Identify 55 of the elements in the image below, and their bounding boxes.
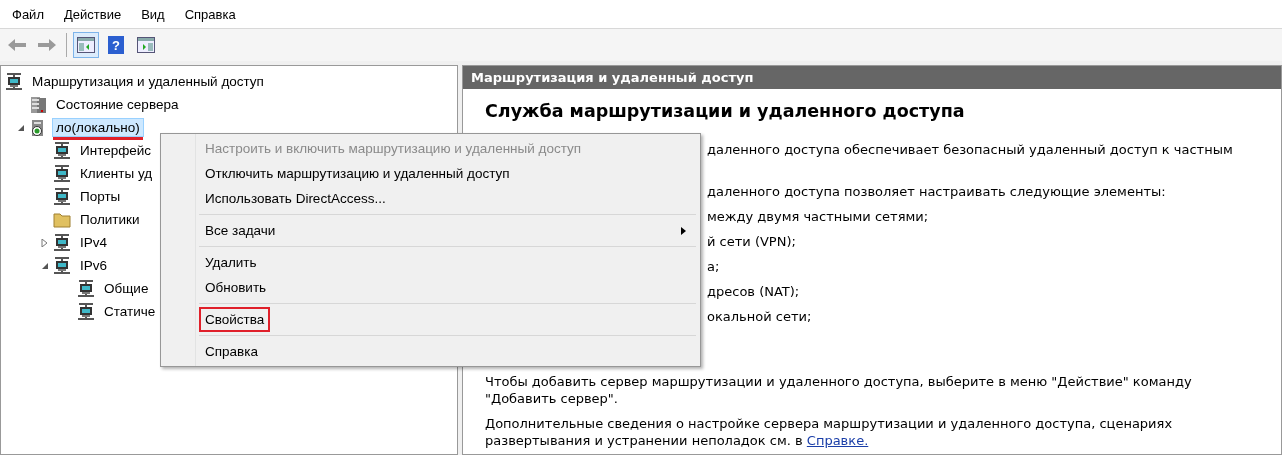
tree-item[interactable]: Состояние сервера — [52, 95, 183, 114]
tree-item[interactable]: Общие — [100, 279, 153, 298]
context-menu-item[interactable]: Обновить — [201, 275, 698, 300]
network-computer-icon — [53, 256, 71, 275]
text-line: между двумя частными сетями; — [707, 209, 929, 224]
pane-header: Маршрутизация и удаленный доступ — [463, 66, 1281, 89]
folder-icon — [53, 211, 71, 228]
text-line: дресов (NAT); — [707, 284, 800, 299]
expanded-arrow-icon[interactable] — [17, 123, 25, 132]
pane-icon — [137, 37, 155, 53]
text-line: а; — [707, 259, 720, 274]
toolbar-button[interactable] — [73, 32, 99, 58]
context-menu-item[interactable]: Отключить маршрутизацию и удаленный доступ — [201, 161, 698, 186]
text-line: окальной сети; — [707, 309, 812, 324]
context-menu-item[interactable]: Удалить — [201, 250, 698, 275]
text-line: даленного доступа обеспечивает безопасный удаленный доступ к частным — [707, 142, 1233, 157]
submenu-arrow-icon — [681, 226, 686, 235]
network-computer-icon — [53, 164, 71, 183]
network-computer-icon — [5, 72, 23, 91]
tree-item[interactable]: Статиче — [100, 302, 160, 321]
menu-item[interactable]: Вид — [133, 4, 173, 24]
context-menu-item[interactable]: Справка — [201, 339, 698, 364]
pane-icon — [77, 37, 95, 53]
section-title: Служба маршрутизации и удаленного доступа — [485, 101, 966, 121]
server-stack-icon — [29, 95, 47, 114]
network-computer-icon — [53, 187, 71, 206]
tree-item[interactable]: IPv6 — [76, 256, 111, 275]
menu-item[interactable]: Файл — [4, 4, 52, 24]
help-link[interactable]: Справке. — [806, 433, 869, 448]
toolbar-button[interactable]: ? — [103, 32, 129, 58]
menu-item[interactable]: Действие — [55, 4, 130, 24]
back-arrow-icon — [7, 38, 27, 52]
menu-item[interactable]: Справка — [176, 4, 244, 24]
help-icon: ? — [108, 36, 124, 54]
tree-item[interactable]: ло(локально) — [52, 118, 144, 137]
tree-item[interactable]: Порты — [76, 187, 125, 206]
tree-item[interactable]: Клиенты уд — [76, 164, 157, 183]
tree-item[interactable]: Интерфейс — [76, 141, 156, 160]
text-line: й сети (VPN); — [707, 234, 796, 249]
paragraph: Чтобы добавить сервер маршрутизации и удаленного доступа, выберите в меню "Действие" команду "Добавить сервер". — [485, 373, 1193, 407]
context-menu-item[interactable]: Использовать DirectAccess... — [201, 186, 698, 211]
tree-item[interactable]: Маршрутизация и удаленный доступ — [28, 72, 268, 91]
tree-item[interactable]: Политики — [76, 210, 144, 229]
context-menu-item[interactable]: Все задачи — [201, 218, 698, 243]
network-computer-icon — [77, 279, 95, 298]
expanded-arrow-icon[interactable] — [41, 261, 49, 270]
network-computer-icon — [53, 141, 71, 160]
network-computer-icon — [53, 233, 71, 252]
paragraph: Дополнительные сведения о настройке сервера маршрутизации и удаленного доступа, сценариях развертывания и устранении неполадок см. в Справке. — [485, 415, 1174, 449]
collapsed-arrow-icon[interactable] — [41, 238, 49, 247]
text-line: даленного доступа позволяет настраивать следующие элементы: — [707, 184, 1166, 199]
network-computer-icon — [77, 302, 95, 321]
forward-arrow-icon — [37, 38, 57, 52]
tree-item[interactable]: IPv4 — [76, 233, 111, 252]
context-menu-item[interactable]: Свойства — [201, 307, 698, 332]
